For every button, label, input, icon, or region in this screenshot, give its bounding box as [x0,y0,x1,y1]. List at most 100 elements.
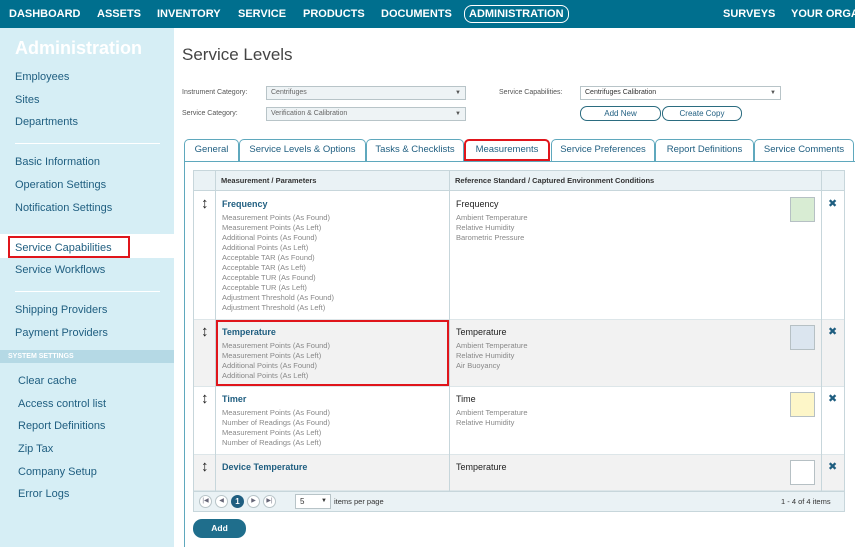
sidebar-item-operation-settings[interactable]: Operation Settings [15,179,106,191]
reference-standard-text: Time [456,394,476,404]
next-page-icon[interactable]: ▶ [247,495,260,508]
drag-handle-icon[interactable]: ↕ [201,459,209,474]
sidebar-item-service-workflows[interactable]: Service Workflows [15,264,105,276]
add-new-button[interactable]: Add New [580,106,661,121]
add-button[interactable]: Add [193,519,246,538]
nav-assets[interactable]: ASSETS [97,0,141,28]
sidebar-item-zip-tax[interactable]: Zip Tax [18,443,53,455]
sidebar-item-payment-providers[interactable]: Payment Providers [15,327,108,339]
condition-text: Ambient Temperature [456,213,528,222]
last-page-icon[interactable]: ▶| [263,495,276,508]
parameter-text: Measurement Points (As Left) [222,223,322,232]
condition-text: Relative Humidity [456,351,515,360]
column-divider [821,171,822,491]
parameter-text: Measurement Points (As Found) [222,213,330,222]
nav-inventory[interactable]: INVENTORY [157,0,221,28]
parameter-text: Acceptable TUR (As Found) [222,273,316,282]
tab-service-preferences[interactable]: Service Preferences [551,139,655,161]
drag-handle-icon[interactable]: ↕ [201,391,209,406]
delete-icon[interactable]: ✖ [828,197,837,210]
measurement-name-link[interactable]: Timer [222,394,246,404]
service-category-select[interactable]: Verification & Calibration ▼ [266,107,466,121]
reference-standard-text: Temperature [456,462,507,472]
parameter-text: Acceptable TAR (As Left) [222,263,306,272]
items-per-page-label: items per page [334,497,384,506]
sidebar-item-departments[interactable]: Departments [15,116,78,128]
delete-icon[interactable]: ✖ [828,325,837,338]
condition-text: Ambient Temperature [456,341,528,350]
color-swatch[interactable] [790,325,815,350]
sidebar: Administration Employees Sites Departmen… [0,28,174,547]
pager-summary: 1 - 4 of 4 items [781,497,831,506]
sidebar-item-notification-settings[interactable]: Notification Settings [15,202,112,214]
table-header: Measurement / Parameters Reference Stand… [194,171,844,191]
chevron-down-icon: ▼ [455,90,461,96]
service-category-value: Verification & Calibration [271,110,348,117]
parameter-text: Acceptable TUR (As Left) [222,283,307,292]
parameter-text: Number of Readings (As Left) [222,438,322,447]
column-header-measurement[interactable]: Measurement / Parameters [221,171,316,191]
measurement-name-link[interactable]: Frequency [222,199,268,209]
delete-icon[interactable]: ✖ [828,392,837,405]
sidebar-item-service-capabilities[interactable]: Service Capabilities [15,242,112,254]
measurement-name-link[interactable]: Device Temperature [222,462,307,472]
color-swatch[interactable] [790,197,815,222]
nav-dashboard[interactable]: DASHBOARD [9,0,81,28]
sidebar-item-employees[interactable]: Employees [15,71,69,83]
page-size-select[interactable]: 5 ▼ [295,494,331,509]
tab-service-levels-options[interactable]: Service Levels & Options [239,139,366,161]
page-number-button[interactable]: 1 [231,495,244,508]
instrument-category-select[interactable]: Centrifuges ▼ [266,86,466,100]
nav-administration[interactable]: ADMINISTRATION [464,5,569,23]
first-page-icon[interactable]: |◀ [199,495,212,508]
parameter-text: Acceptable TAR (As Found) [222,253,315,262]
color-swatch[interactable] [790,392,815,417]
sidebar-item-clear-cache[interactable]: Clear cache [18,375,77,387]
tab-service-comments[interactable]: Service Comments [754,139,854,161]
sidebar-item-basic-information[interactable]: Basic Information [15,156,100,168]
color-swatch[interactable] [790,460,815,485]
nav-documents[interactable]: DOCUMENTS [381,0,452,28]
tab-general[interactable]: General [184,139,239,161]
parameter-text: Adjustment Threshold (As Left) [222,303,326,312]
service-capabilities-select[interactable]: Centrifuges Calibration ▼ [580,86,781,100]
sidebar-item-sites[interactable]: Sites [15,94,39,106]
tab-measurements[interactable]: Measurements [464,139,550,161]
reference-standard-text: Frequency [456,199,499,209]
service-category-label: Service Category: [182,110,238,117]
system-settings-header: SYSTEM SETTINGS [0,350,174,363]
chevron-down-icon: ▼ [321,498,327,504]
instrument-category-label: Instrument Category: [182,89,248,96]
service-capabilities-label: Service Capabilities: [499,89,563,96]
delete-icon[interactable]: ✖ [828,460,837,473]
parameter-text: Measurement Points (As Left) [222,428,322,437]
sidebar-item-access-control-list[interactable]: Access control list [18,398,106,410]
pager: |◀ ◀ 1 ▶ ▶| 5 ▼ items per page 1 - 4 of … [194,491,844,511]
parameter-text: Measurement Points (As Found) [222,408,330,417]
nav-service[interactable]: SERVICE [238,0,286,28]
tab-tasks-checklists[interactable]: Tasks & Checklists [366,139,464,161]
chevron-down-icon: ▼ [455,111,461,117]
table-row: ↕ Timer Measurement Points (As Found) Nu… [194,387,844,455]
nav-products[interactable]: PRODUCTS [303,0,365,28]
service-capabilities-value: Centrifuges Calibration [585,89,657,96]
parameter-text: Adjustment Threshold (As Found) [222,293,334,302]
table-row: ↕ Device Temperature Temperature ✖ [194,455,844,491]
sidebar-title: Administration [15,38,143,58]
drag-handle-icon[interactable]: ↕ [201,324,209,339]
prev-page-icon[interactable]: ◀ [215,495,228,508]
page-title: Service Levels [182,45,293,64]
sidebar-item-company-setup[interactable]: Company Setup [18,466,97,478]
column-header-reference-standard[interactable]: Reference Standard / Captured Environmen… [455,171,654,191]
sidebar-item-shipping-providers[interactable]: Shipping Providers [15,304,107,316]
sidebar-item-error-logs[interactable]: Error Logs [18,488,69,500]
nav-your-organization[interactable]: YOUR ORGAN [791,0,855,28]
parameter-text: Additional Points (As Found) [222,233,318,242]
table-row: ↕ Frequency Measurement Points (As Found… [194,192,844,320]
create-copy-button[interactable]: Create Copy [662,106,742,121]
sidebar-item-report-definitions[interactable]: Report Definitions [18,420,105,432]
drag-handle-icon[interactable]: ↕ [201,196,209,211]
nav-surveys[interactable]: SURVEYS [723,0,775,28]
tab-report-definitions[interactable]: Report Definitions [655,139,754,161]
condition-text: Barometric Pressure [456,233,525,242]
